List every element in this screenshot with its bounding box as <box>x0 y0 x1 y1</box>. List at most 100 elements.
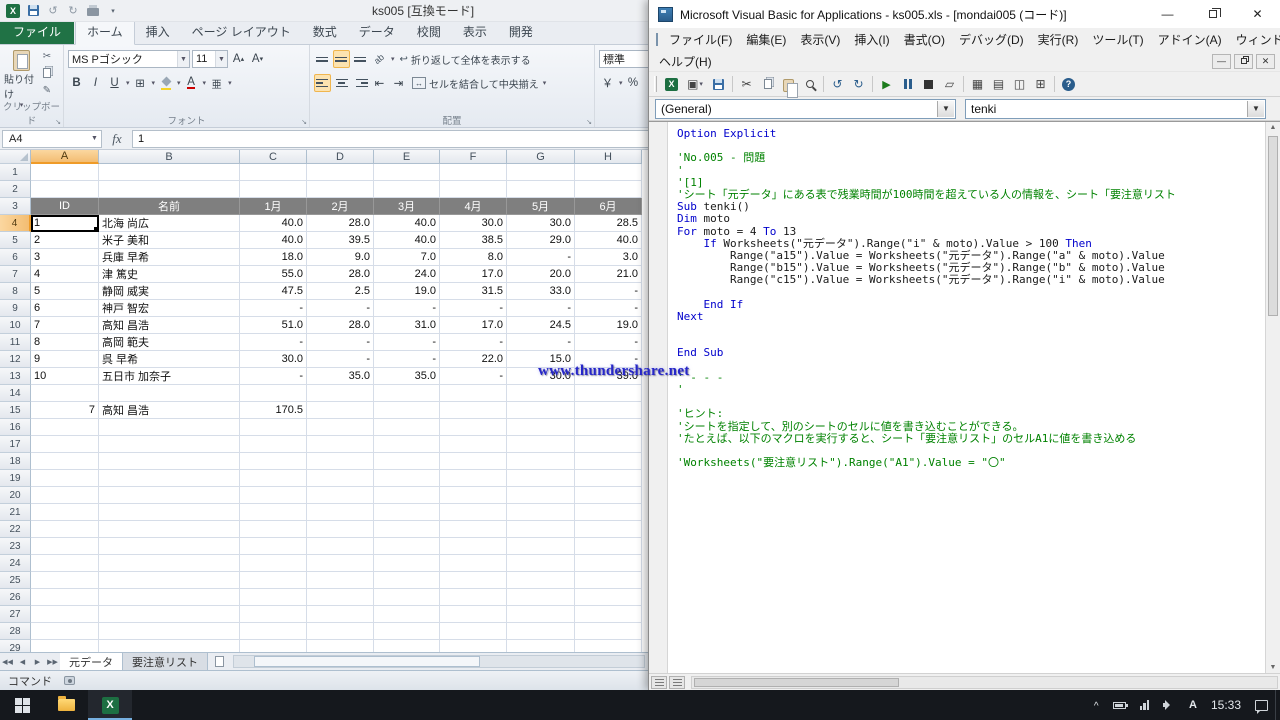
row-header-1[interactable]: 1 <box>0 164 31 181</box>
cell-F12[interactable]: 22.0 <box>440 351 507 368</box>
cell-A10[interactable]: 7 <box>31 317 99 334</box>
font-color-dropdown-arrow[interactable]: ▾ <box>203 79 207 87</box>
cell-H1[interactable] <box>575 164 642 181</box>
cell-C2[interactable] <box>240 181 307 198</box>
cell-B26[interactable] <box>99 589 240 606</box>
cell-A26[interactable] <box>31 589 99 606</box>
cell-A6[interactable]: 3 <box>31 249 99 266</box>
next-sheet-button[interactable]: ▶ <box>30 653 45 670</box>
row-header-2[interactable]: 2 <box>0 181 31 198</box>
cell-G15[interactable] <box>507 402 575 419</box>
cell-F23[interactable] <box>440 538 507 555</box>
menu-tools[interactable]: ツール(T) <box>1085 28 1150 51</box>
row-header-18[interactable]: 18 <box>0 453 31 470</box>
code-window-close-button[interactable]: ✕ <box>1256 54 1275 69</box>
horizontal-scrollbar[interactable] <box>233 655 645 668</box>
row-header-22[interactable]: 22 <box>0 521 31 538</box>
object-combo[interactable]: (General) ▼ <box>655 99 956 119</box>
cell-G28[interactable] <box>507 623 575 640</box>
cell-H22[interactable] <box>575 521 642 538</box>
cell-G25[interactable] <box>507 572 575 589</box>
procedure-view-button[interactable] <box>651 676 667 689</box>
code-line-7[interactable]: Sub tenki() <box>677 201 1263 213</box>
cell-D1[interactable] <box>307 164 374 181</box>
cell-D5[interactable]: 39.5 <box>307 232 374 249</box>
cell-A14[interactable] <box>31 385 99 402</box>
cell-C16[interactable] <box>240 419 307 436</box>
tab-review[interactable]: 校閲 <box>406 19 452 44</box>
font-dialog-launcher[interactable]: ↘ <box>301 118 307 126</box>
break-button[interactable] <box>897 75 918 93</box>
cell-G27[interactable] <box>507 606 575 623</box>
cell-C19[interactable] <box>240 470 307 487</box>
cell-H19[interactable] <box>575 470 642 487</box>
code-line-20[interactable] <box>677 360 1263 372</box>
cell-G11[interactable]: - <box>507 334 575 351</box>
cell-E9[interactable]: - <box>374 300 440 317</box>
cell-F19[interactable] <box>440 470 507 487</box>
row-header-14[interactable]: 14 <box>0 385 31 402</box>
cell-F26[interactable] <box>440 589 507 606</box>
row-header-16[interactable]: 16 <box>0 419 31 436</box>
cell-E5[interactable]: 40.0 <box>374 232 440 249</box>
row-header-4[interactable]: 4 <box>0 215 31 232</box>
cell-H11[interactable]: - <box>575 334 642 351</box>
cell-C22[interactable] <box>240 521 307 538</box>
row-header-3[interactable]: 3 <box>0 198 31 215</box>
cell-E11[interactable]: - <box>374 334 440 351</box>
cell-D10[interactable]: 28.0 <box>307 317 374 334</box>
cell-E8[interactable]: 19.0 <box>374 283 440 300</box>
clipboard-dialog-launcher[interactable]: ↘ <box>55 118 61 126</box>
cell-G24[interactable] <box>507 555 575 572</box>
cell-F25[interactable] <box>440 572 507 589</box>
cell-C1[interactable] <box>240 164 307 181</box>
font-size-combo[interactable]: 11 ▼ <box>192 50 228 68</box>
cell-G4[interactable]: 30.0 <box>507 215 575 232</box>
formula-input[interactable]: 1 <box>132 130 648 148</box>
taskbar-excel-button[interactable]: X <box>88 690 132 720</box>
cell-C21[interactable] <box>240 504 307 521</box>
cell-B17[interactable] <box>99 436 240 453</box>
cell-B13[interactable]: 五日市 加奈子 <box>99 368 240 385</box>
tab-view[interactable]: 表示 <box>452 19 498 44</box>
cell-C27[interactable] <box>240 606 307 623</box>
tab-page-layout[interactable]: ページ レイアウト <box>181 19 302 44</box>
currency-dropdown-arrow[interactable]: ▾ <box>619 79 623 87</box>
cell-A9[interactable]: 6 <box>31 300 99 317</box>
cell-D6[interactable]: 9.0 <box>307 249 374 266</box>
notification-center-button[interactable] <box>1248 690 1275 720</box>
cell-C29[interactable] <box>240 640 307 652</box>
cell-H15[interactable] <box>575 402 642 419</box>
cell-D23[interactable] <box>307 538 374 555</box>
cell-B28[interactable] <box>99 623 240 640</box>
vba-maximize-button[interactable] <box>1190 0 1235 28</box>
cell-B4[interactable]: 北海 尚広 <box>99 215 240 232</box>
borders-button[interactable]: ⊞ <box>132 74 149 92</box>
wrap-text-button[interactable]: ↩ 折り返して全体を表示する <box>397 52 534 67</box>
menu-file[interactable]: ファイル(F) <box>662 28 739 51</box>
cell-E17[interactable] <box>374 436 440 453</box>
cell-F17[interactable] <box>440 436 507 453</box>
cell-H16[interactable] <box>575 419 642 436</box>
cell-C17[interactable] <box>240 436 307 453</box>
cell-B6[interactable]: 兵庫 早希 <box>99 249 240 266</box>
code-line-28[interactable]: 'Worksheets("要注意リスト").Range("A1").Value … <box>677 457 1263 469</box>
cell-B23[interactable] <box>99 538 240 555</box>
code-line-21[interactable]: ' - - - <box>677 372 1263 384</box>
select-all-corner[interactable] <box>0 150 31 164</box>
cell-G3[interactable]: 5月 <box>507 198 575 215</box>
cell-H26[interactable] <box>575 589 642 606</box>
row-header-6[interactable]: 6 <box>0 249 31 266</box>
cell-F9[interactable]: - <box>440 300 507 317</box>
cell-H5[interactable]: 40.0 <box>575 232 642 249</box>
menu-help[interactable]: ヘルプ(H) <box>652 50 719 73</box>
cell-B14[interactable] <box>99 385 240 402</box>
cell-G22[interactable] <box>507 521 575 538</box>
cell-E4[interactable]: 40.0 <box>374 215 440 232</box>
battery-icon[interactable] <box>1106 690 1133 720</box>
cell-E24[interactable] <box>374 555 440 572</box>
cell-C7[interactable]: 55.0 <box>240 266 307 283</box>
cell-B25[interactable] <box>99 572 240 589</box>
cell-E20[interactable] <box>374 487 440 504</box>
underline-dropdown-arrow[interactable]: ▾ <box>126 79 130 87</box>
